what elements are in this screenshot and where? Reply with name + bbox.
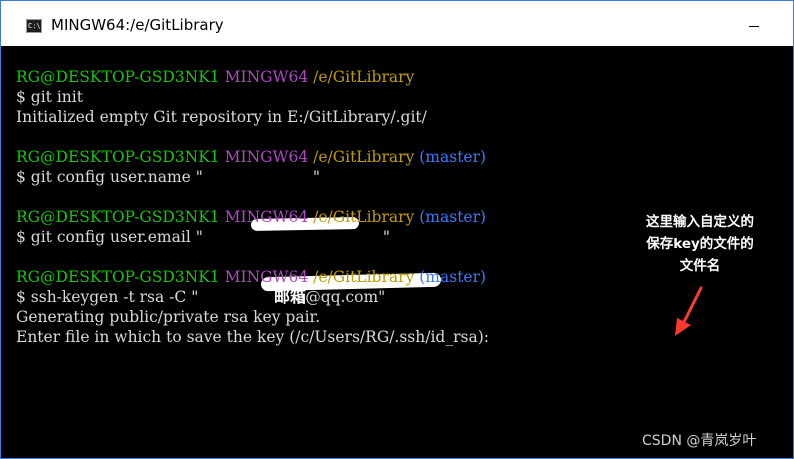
annotation-line: 文件名 [679, 258, 721, 274]
command-line: $ ssh-keygen -t rsa -C " 5@qq.com" [16, 287, 385, 307]
prompt-path: /e/GitLibrary [313, 268, 415, 286]
annotation-line: 这里输入自定义的 [646, 214, 754, 230]
prompt-line: RG@DESKTOP-GSD3NK1 MINGW64 /e/GitLibrary [16, 67, 414, 87]
minimize-button[interactable] [731, 11, 777, 41]
watermark: CSDN @青岚岁叶 [642, 433, 757, 449]
command-text: $ git config user.name " [16, 168, 203, 186]
minimize-icon [749, 25, 759, 27]
command-suffix: " [312, 168, 321, 186]
output-line: Generating public/private rsa key pair. [16, 308, 321, 326]
prompt-line: RG@DESKTOP-GSD3NK1 MINGW64 /e/GitLibrary… [16, 267, 486, 287]
annotation-arrow-icon [675, 286, 703, 336]
window-title: MINGW64:/e/GitLibrary [51, 16, 224, 34]
prompt-line: RG@DESKTOP-GSD3NK1 MINGW64 /e/GitLibrary… [16, 147, 486, 167]
email-overlay-label: 邮箱 [274, 287, 307, 306]
annotation-line: 保存key的文件的 [646, 236, 754, 252]
prompt-env: MINGW64 [224, 268, 309, 286]
prompt-branch: (master) [419, 208, 487, 226]
terminal-icon: C:\ [26, 19, 42, 33]
terminal-output[interactable]: RG@DESKTOP-GSD3NK1 MINGW64 /e/GitLibrary… [1, 46, 793, 458]
command-suffix: " [382, 228, 390, 246]
terminal-window: C:\ MINGW64:/e/GitLibrary RG@DESKTOP-GSD… [0, 0, 794, 459]
command-text: $ git config user.email " [16, 228, 203, 246]
title-bar[interactable]: C:\ MINGW64:/e/GitLibrary [1, 1, 793, 46]
prompt-env: MINGW64 [224, 68, 309, 86]
prompt-env: MINGW64 [224, 208, 309, 226]
prompt-path: /e/GitLibrary [313, 68, 415, 86]
command-line: $ git init [16, 88, 83, 106]
prompt-user: RG@DESKTOP-GSD3NK1 [16, 208, 220, 226]
prompt-user: RG@DESKTOP-GSD3NK1 [16, 68, 220, 86]
command-suffix: 5@qq.com" [295, 288, 386, 306]
prompt-user: RG@DESKTOP-GSD3NK1 [16, 268, 220, 286]
command-line: $ git config user.email " " [16, 227, 390, 247]
prompt-branch: (master) [419, 268, 487, 286]
prompt-env: MINGW64 [224, 148, 309, 166]
prompt-line: RG@DESKTOP-GSD3NK1 MINGW64 /e/GitLibrary… [16, 207, 486, 227]
command-line: $ git config user.name " " [16, 167, 320, 187]
prompt-path: /e/GitLibrary [313, 208, 415, 226]
output-line: Initialized empty Git repository in E:/G… [16, 108, 427, 126]
prompt-user: RG@DESKTOP-GSD3NK1 [16, 148, 220, 166]
output-line: Enter file in which to save the key (/c/… [16, 328, 489, 346]
prompt-branch: (master) [419, 148, 487, 166]
annotation-text: 这里输入自定义的 保存key的文件的 文件名 [615, 211, 785, 277]
prompt-path: /e/GitLibrary [313, 148, 415, 166]
command-text: $ ssh-keygen -t rsa -C " [16, 288, 199, 306]
